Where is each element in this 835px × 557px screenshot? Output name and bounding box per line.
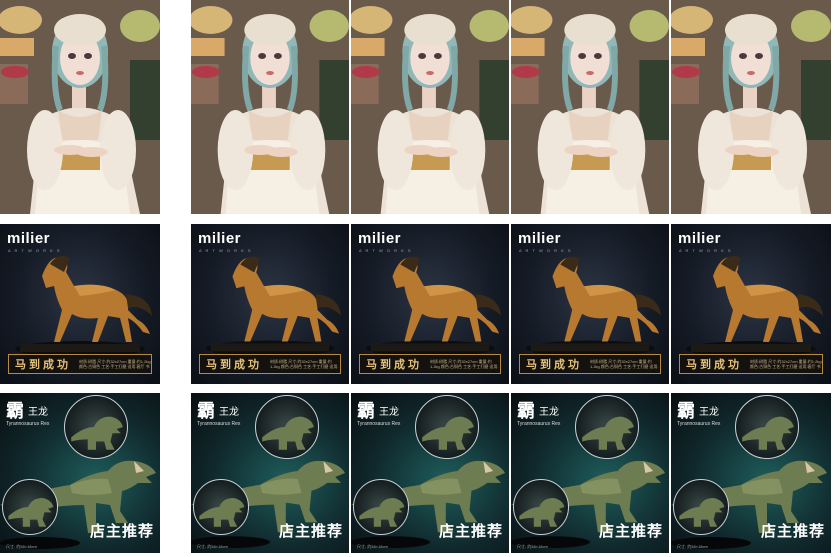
dino-footnote: 尺寸: 约58×18cm [357, 544, 388, 549]
product-image-dino-2[interactable]: 霸 王龙 Tyrannosaurus Rex 店主推荐 尺寸: 约58×18cm [191, 393, 349, 553]
shop-recommend-label: 店主推荐 [89, 523, 154, 540]
product-banner: 马到成功 材质:树脂 尺寸:约32x27cm 重量:约1.2kg 颜色:古铜色 … [519, 354, 661, 374]
product-image-dino-1[interactable]: 霸 王龙 Tyrannosaurus Rex 店主推荐 尺寸: 约58×18cm [0, 393, 160, 553]
detail-circle-bottom [193, 479, 249, 535]
banner-title: 马到成功 [206, 359, 262, 371]
banner-specs: 材质:树脂 尺寸:约32x27cm 重量:约1.2kg 颜色:古铜色 工艺:手工… [750, 359, 822, 369]
product-image-dino-3[interactable]: 霸 王龙 Tyrannosaurus Rex 店主推荐 尺寸: 约58×18cm [351, 393, 509, 553]
product-image-horse-3[interactable]: milier A R T W O R K S 马到成功 材质:树脂 尺寸:约32… [351, 224, 509, 384]
dino-footnote: 尺寸: 约58×18cm [677, 544, 708, 549]
dino-footnote: 尺寸: 约58×18cm [197, 544, 228, 549]
doll-picture [351, 0, 509, 214]
detail-circle-bottom [353, 479, 409, 535]
product-banner: 马到成功 材质:树脂 尺寸:约32x27cm 重量:约1.2kg 颜色:古铜色 … [359, 354, 501, 374]
product-image-doll-1[interactable] [0, 0, 160, 214]
dino-side-picture [194, 480, 248, 534]
doll-picture [0, 0, 160, 214]
product-banner: 马到成功 材质:树脂 尺寸:约32x27cm 重量:约1.2kg 颜色:古铜色 … [8, 354, 152, 374]
doll-picture [671, 0, 831, 214]
banner-specs: 材质:树脂 尺寸:约32x27cm 重量:约1.2kg 颜色:古铜色 工艺:手工… [79, 359, 151, 369]
banner-title: 马到成功 [366, 359, 422, 371]
banner-title: 马到成功 [15, 359, 71, 371]
product-banner: 马到成功 材质:树脂 尺寸:约32x27cm 重量:约1.2kg 颜色:古铜色 … [679, 354, 823, 374]
product-image-doll-2[interactable] [191, 0, 349, 214]
banner-specs: 材质:树脂 尺寸:约32x27cm 重量:约1.2kg 颜色:古铜色 工艺:手工… [430, 359, 499, 369]
shop-recommend-label: 店主推荐 [598, 523, 663, 540]
dino-side-picture [514, 480, 568, 534]
shop-recommend-label: 店主推荐 [438, 523, 503, 540]
shop-recommend-label: 店主推荐 [760, 523, 825, 540]
banner-specs: 材质:树脂 尺寸:约32x27cm 重量:约1.2kg 颜色:古铜色 工艺:手工… [590, 359, 659, 369]
detail-circle-bottom [513, 479, 569, 535]
dino-footnote: 尺寸: 约58×18cm [6, 544, 37, 549]
product-image-dino-4[interactable]: 霸 王龙 Tyrannosaurus Rex 店主推荐 尺寸: 约58×18cm [511, 393, 669, 553]
doll-picture [191, 0, 349, 214]
shop-recommend-label: 店主推荐 [278, 523, 343, 540]
dino-footnote: 尺寸: 约58×18cm [517, 544, 548, 549]
product-image-horse-4[interactable]: milier A R T W O R K S 马到成功 材质:树脂 尺寸:约32… [511, 224, 669, 384]
product-banner: 马到成功 材质:树脂 尺寸:约32x27cm 重量:约1.2kg 颜色:古铜色 … [199, 354, 341, 374]
dino-side-picture [674, 480, 728, 534]
detail-circle-bottom [673, 479, 729, 535]
product-image-horse-5[interactable]: milier A R T W O R K S 马到成功 材质:树脂 尺寸:约32… [671, 224, 831, 384]
banner-specs: 材质:树脂 尺寸:约32x27cm 重量:约1.2kg 颜色:古铜色 工艺:手工… [270, 359, 339, 369]
product-image-horse-1[interactable]: milier A R T W O R K S 马到成功 材质:树脂 尺寸:约32… [0, 224, 160, 384]
product-image-doll-3[interactable] [351, 0, 509, 214]
product-image-doll-5[interactable] [671, 0, 831, 214]
banner-title: 马到成功 [686, 359, 742, 371]
banner-title: 马到成功 [526, 359, 582, 371]
doll-picture [511, 0, 669, 214]
dino-side-picture [354, 480, 408, 534]
product-image-dino-5[interactable]: 霸 王龙 Tyrannosaurus Rex 店主推荐 尺寸: 约58×18cm [671, 393, 831, 553]
product-image-doll-4[interactable] [511, 0, 669, 214]
detail-circle-bottom [2, 479, 58, 535]
product-image-horse-2[interactable]: milier A R T W O R K S 马到成功 材质:树脂 尺寸:约32… [191, 224, 349, 384]
dino-side-picture [3, 480, 57, 534]
